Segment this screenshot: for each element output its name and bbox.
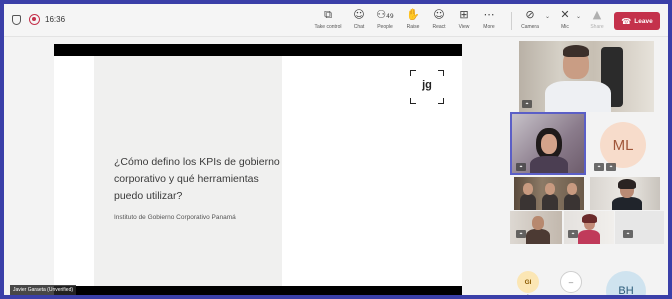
slide-title: ¿Cómo defino los KPIs de gobierno corpor… (114, 156, 280, 202)
participant-video-3[interactable] (590, 177, 660, 210)
people-icon: ⚇ (376, 8, 387, 21)
raise-hand-button[interactable]: ✋ Raise (403, 7, 423, 35)
letterbox-bottom (54, 286, 462, 295)
take-control-button[interactable]: ⧉ Take control (311, 7, 345, 35)
more-button[interactable]: ⋯ More (479, 7, 499, 35)
shield-icon (12, 15, 21, 25)
participant-video-4[interactable]: ⌖ (510, 211, 562, 244)
view-icon: ⊞ (459, 8, 469, 21)
mic-status-icon: ⌖ (516, 230, 526, 238)
people-button[interactable]: ⚇49 People (373, 7, 397, 35)
mic-chevron-down-icon[interactable]: ⌄ (576, 13, 581, 20)
raise-hand-status-icon: ⌖ (606, 163, 616, 171)
mic-icon: ♪ (526, 294, 529, 295)
participant-video-6[interactable]: ⌖ (615, 211, 664, 244)
camera-chevron-down-icon[interactable]: ⌄ (545, 13, 550, 20)
mic-button[interactable]: ✕ Mic (555, 7, 575, 35)
share-icon: ▲ (592, 8, 602, 21)
mic-status-icon: ⌖ (522, 100, 532, 108)
camera-off-icon: ⊘ (525, 8, 535, 21)
participant-video-1[interactable]: ⌖ (519, 41, 654, 112)
meeting-timer: 16:36 (45, 15, 66, 24)
react-button[interactable]: ☺ React (429, 7, 449, 35)
avatar[interactable]: BH (606, 271, 646, 295)
meeting-toolbar: 16:36 ⧉ Take control ☺ Chat ⚇49 People ✋… (4, 4, 668, 37)
mic-status-icon: ⌖ (568, 230, 578, 238)
leave-button[interactable]: ☎ Leave (614, 12, 660, 30)
participant-video-active[interactable]: ⌖ (510, 112, 586, 175)
toolbar-divider (511, 12, 512, 30)
mic-off-icon: ✕ (560, 8, 570, 21)
chat-button[interactable]: ☺ Chat (349, 7, 369, 35)
react-icon: ☺ (433, 8, 445, 21)
share-button[interactable]: ▲ Share (586, 7, 608, 35)
letterbox-top (54, 44, 462, 56)
phone-hangup-icon: ☎ (621, 16, 632, 26)
people-count: 49 (386, 13, 394, 20)
chat-icon: ☺ (353, 8, 365, 21)
mic-status-icon: ⌖ (516, 163, 526, 171)
slide-subtitle: Instituto de Gobierno Corporativo Panamá (114, 214, 236, 221)
mic-status-icon: ⌖ (594, 163, 604, 171)
more-icon: ⋯ (483, 8, 495, 21)
participant-video-2[interactable] (514, 177, 584, 210)
view-button[interactable]: ⊞ View (455, 7, 473, 35)
participant-video-5[interactable]: ⌖ (564, 211, 614, 244)
raise-hand-icon: ✋ (406, 8, 420, 21)
meeting-window: 16:36 ⧉ Take control ☺ Chat ⚇49 People ✋… (4, 4, 668, 295)
jg-logo: jg (410, 70, 444, 104)
avatar[interactable]: GI (517, 271, 539, 293)
presenter-name-tag: Javier Garaeta (Unverified) (10, 285, 77, 295)
shared-screen: ¿Cómo defino los KPIs de gobierno corpor… (4, 38, 504, 295)
avatar[interactable]: ML (600, 122, 646, 168)
take-control-icon: ⧉ (324, 8, 332, 21)
presentation-slide: ¿Cómo defino los KPIs de gobierno corpor… (54, 56, 462, 286)
camera-button[interactable]: ⊘ Camera (516, 7, 544, 35)
mic-status-icon: ⌖ (623, 230, 633, 238)
avatar[interactable]: – (560, 271, 582, 293)
recording-icon (29, 14, 40, 25)
